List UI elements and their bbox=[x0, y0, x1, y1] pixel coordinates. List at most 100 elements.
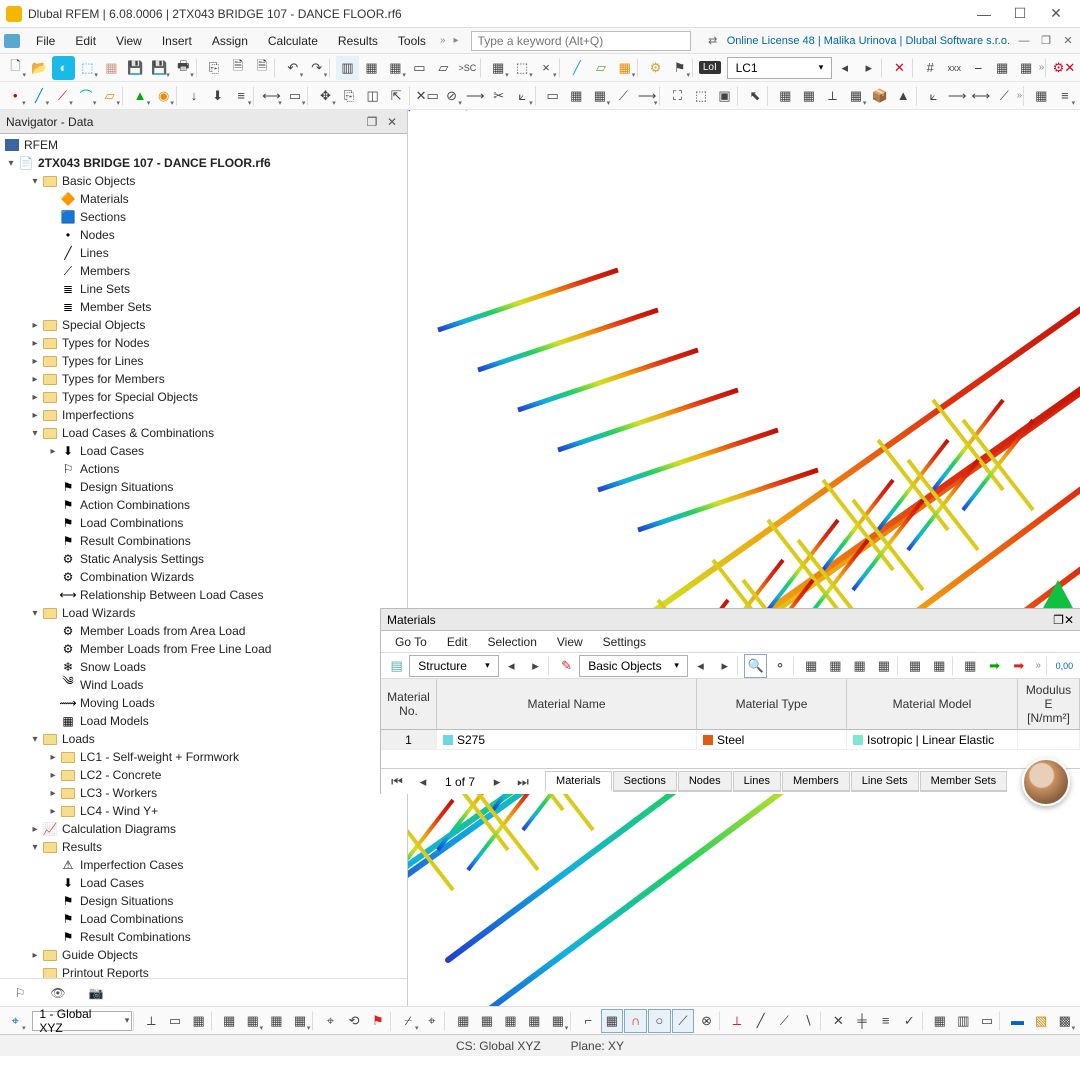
tree-item[interactable]: ▾Basic Objects bbox=[0, 172, 407, 190]
tree-item[interactable]: ▸📈Calculation Diagrams bbox=[0, 820, 407, 838]
materials-menu-view[interactable]: View bbox=[547, 633, 593, 651]
section-tool[interactable]: ▭▾ bbox=[284, 84, 307, 108]
materials-filter-button[interactable]: ⚬ bbox=[768, 654, 791, 678]
materials-objects-combo[interactable]: Basic Objects▾ bbox=[579, 655, 688, 677]
lc-next-button[interactable]: ▸ bbox=[857, 56, 880, 80]
tree-item[interactable]: ▾Loads bbox=[0, 730, 407, 748]
bt-s2[interactable]: ▥ bbox=[952, 1009, 975, 1033]
tree-item[interactable]: ⚑Action Combinations bbox=[0, 496, 407, 514]
bt-grid1[interactable]: ▦ bbox=[452, 1009, 475, 1033]
tb2-overflow-icon[interactable]: » bbox=[1017, 90, 1023, 101]
node-tool[interactable]: •▾ bbox=[4, 84, 27, 108]
view-top-button[interactable]: ▣ bbox=[713, 84, 736, 108]
misc-tool2[interactable]: ⟶ bbox=[946, 84, 969, 108]
snap-magnet-button[interactable]: ∩ bbox=[624, 1009, 647, 1033]
materials-prev1[interactable]: ◂ bbox=[500, 654, 523, 678]
bt-11[interactable]: ⌿▾ bbox=[397, 1009, 420, 1033]
bt-8[interactable]: ⌖ bbox=[319, 1009, 342, 1033]
vis-3d-button[interactable]: 📦 bbox=[868, 84, 891, 108]
menu-calculate[interactable]: Calculate bbox=[258, 31, 328, 51]
tree-item[interactable]: 🟦Sections bbox=[0, 208, 407, 226]
tree-item[interactable]: ▾Results bbox=[0, 838, 407, 856]
undo-button[interactable]: ↶▾ bbox=[281, 56, 304, 80]
tree-root[interactable]: RFEM bbox=[0, 136, 407, 154]
extend-tool[interactable]: ⟶ bbox=[464, 84, 487, 108]
vis-axes-button[interactable]: ⟂ bbox=[821, 84, 844, 108]
bt-del[interactable]: ✕ bbox=[827, 1009, 850, 1033]
tree-twisty-icon[interactable]: ▸ bbox=[46, 770, 60, 781]
solid-button[interactable]: ▦ bbox=[565, 84, 588, 108]
cloud-button[interactable]: ◐ bbox=[52, 56, 75, 80]
materials-grid2-button[interactable]: ▦ bbox=[824, 654, 847, 678]
grid2-button[interactable]: ▦ bbox=[1030, 84, 1053, 108]
tree-item[interactable]: ▾Load Cases & Combinations bbox=[0, 424, 407, 442]
tree-twisty-icon[interactable]: ▸ bbox=[46, 752, 60, 763]
tree-twisty-icon[interactable]: ▾ bbox=[28, 176, 42, 187]
col-no[interactable]: Material No. bbox=[381, 679, 437, 729]
member-tool[interactable]: ⟋▾ bbox=[51, 84, 74, 108]
bt-9[interactable]: ⟲ bbox=[343, 1009, 366, 1033]
list-button[interactable]: ≡▾ bbox=[1054, 84, 1077, 108]
cs-origin-icon[interactable]: ⌖▾ bbox=[4, 1009, 27, 1033]
materials-obj-icon[interactable]: ✎ bbox=[555, 654, 578, 678]
stretch-tool[interactable]: ⇱ bbox=[385, 84, 408, 108]
hinge-tool[interactable]: ◉▾ bbox=[152, 84, 175, 108]
tree-item[interactable]: ▸Special Objects bbox=[0, 316, 407, 334]
pager-first[interactable]: ⏮ bbox=[385, 770, 409, 794]
arc-tool[interactable]: ⌒▾ bbox=[75, 84, 98, 108]
bt-1[interactable]: ⟂ bbox=[140, 1009, 163, 1033]
materials-link-button[interactable]: ▦ bbox=[959, 654, 982, 678]
join-tool[interactable]: ⟀▾ bbox=[511, 84, 534, 108]
materials-menu-goto[interactable]: Go To bbox=[385, 633, 437, 651]
materials-add-button[interactable]: ▦ bbox=[903, 654, 926, 678]
bt-list[interactable]: ≡ bbox=[874, 1009, 897, 1033]
tree-item[interactable]: 🔶Materials bbox=[0, 190, 407, 208]
bt-line1[interactable]: ╱ bbox=[749, 1009, 772, 1033]
menu-view[interactable]: View bbox=[106, 31, 152, 51]
bt-c1[interactable]: ▬ bbox=[1006, 1009, 1029, 1033]
materials-menu-edit[interactable]: Edit bbox=[437, 633, 478, 651]
truss-button[interactable]: ⟋ bbox=[612, 84, 635, 108]
model-button[interactable]: ⬚▾ bbox=[76, 56, 99, 80]
tab-members[interactable]: Members bbox=[782, 771, 850, 792]
delete-tool[interactable]: ✕▭ bbox=[415, 84, 439, 108]
save-button[interactable]: 💾 bbox=[124, 56, 147, 80]
assign-button[interactable]: ⟶▾ bbox=[636, 84, 659, 108]
menu-assign[interactable]: Assign bbox=[202, 31, 258, 51]
materials-menu-selection[interactable]: Selection bbox=[478, 633, 547, 651]
results4-button[interactable]: ▦ bbox=[991, 56, 1014, 80]
tree-item[interactable]: ▸LC1 - Self-weight + Formwork bbox=[0, 748, 407, 766]
bt-5[interactable]: ▦▾ bbox=[241, 1009, 264, 1033]
bt-check[interactable]: ✓ bbox=[898, 1009, 921, 1033]
assistant-avatar[interactable] bbox=[1022, 758, 1070, 806]
tree-twisty-icon[interactable]: ▾ bbox=[28, 842, 42, 853]
load3-tool[interactable]: ≡▾ bbox=[230, 84, 253, 108]
window-button[interactable]: ▭ bbox=[408, 56, 431, 80]
loadcase-combo[interactable]: LC1▾ bbox=[727, 57, 833, 79]
tree-item[interactable]: ▸Types for Members bbox=[0, 370, 407, 388]
view-fit-button[interactable]: ⛶ bbox=[666, 84, 689, 108]
tree-item[interactable]: ▸Guide Objects bbox=[0, 946, 407, 964]
tab-member-sets[interactable]: Member Sets bbox=[920, 771, 1007, 792]
close-button[interactable]: ✕ bbox=[1038, 1, 1074, 27]
menu-results[interactable]: Results bbox=[328, 31, 388, 51]
tree-item[interactable]: ⚑Design Situations bbox=[0, 892, 407, 910]
results2-button[interactable]: xxx bbox=[943, 56, 966, 80]
minimize-button[interactable]: — bbox=[966, 1, 1002, 27]
tree-twisty-icon[interactable]: ▸ bbox=[28, 356, 42, 367]
tab-nodes[interactable]: Nodes bbox=[678, 771, 732, 792]
misc-tool4[interactable]: ⟋ bbox=[993, 84, 1016, 108]
menu-tools[interactable]: Tools bbox=[388, 31, 436, 51]
materials-overflow-icon[interactable]: » bbox=[1031, 660, 1045, 671]
cs-combo[interactable]: 1 - Global XYZ▾ bbox=[32, 1011, 132, 1031]
mirror-tool[interactable]: ◫ bbox=[361, 84, 384, 108]
saveas-button[interactable]: 💾▾ bbox=[148, 56, 171, 80]
col-type[interactable]: Material Type bbox=[697, 679, 847, 729]
materials-menu-settings[interactable]: Settings bbox=[593, 633, 656, 651]
dim-tool[interactable]: ⟷▾ bbox=[260, 84, 283, 108]
divide-tool[interactable]: ⊘▾ bbox=[440, 84, 463, 108]
materials-grid3-button[interactable]: ▦ bbox=[848, 654, 871, 678]
col-name[interactable]: Material Name bbox=[437, 679, 697, 729]
pager-prev[interactable]: ◂ bbox=[411, 770, 435, 794]
tree-twisty-icon[interactable]: ▸ bbox=[28, 410, 42, 421]
